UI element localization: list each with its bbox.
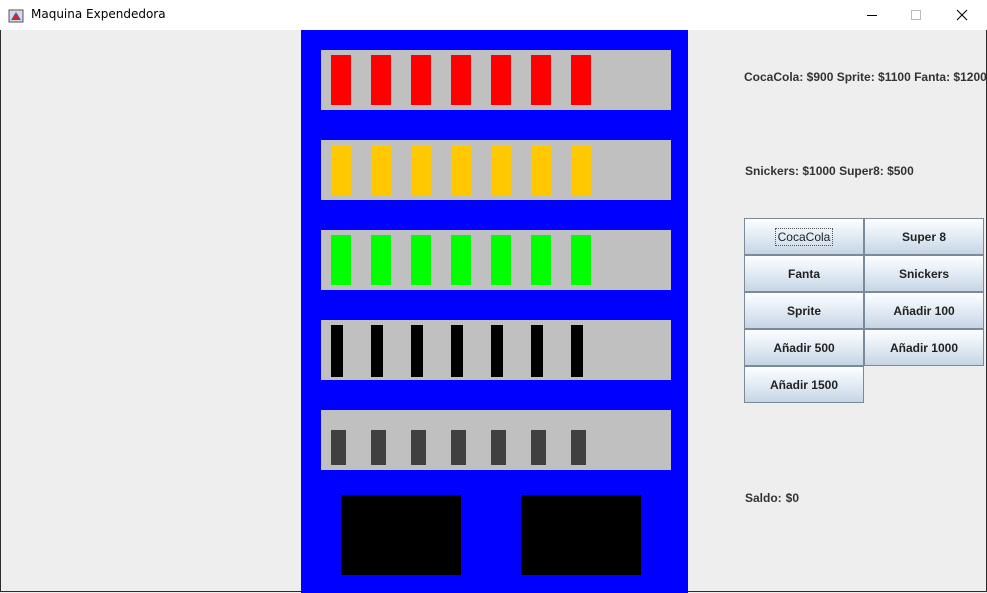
product-item xyxy=(531,55,551,105)
product-item xyxy=(531,430,546,465)
product-item xyxy=(411,235,431,285)
product-item xyxy=(371,145,391,195)
shelf-sprite xyxy=(321,230,671,290)
add-100-button[interactable]: Añadir 100 xyxy=(864,292,984,329)
minimize-icon xyxy=(867,15,877,16)
product-item xyxy=(491,430,506,465)
balance-value: $0 xyxy=(785,491,800,505)
product-item xyxy=(371,325,383,377)
product-item xyxy=(331,55,351,105)
shelf-snickers xyxy=(321,320,671,380)
shelf-fanta xyxy=(321,140,671,200)
drink-prices: CocaCola: $900 Sprite: $1100 Fanta: $120… xyxy=(744,70,987,84)
java-app-icon xyxy=(8,9,24,23)
product-item xyxy=(371,235,391,285)
product-item xyxy=(571,325,583,377)
close-button[interactable] xyxy=(939,0,985,30)
product-item xyxy=(451,55,471,105)
maximize-button[interactable] xyxy=(893,0,939,30)
product-item xyxy=(571,55,591,105)
window-title: Maquina Expendedora xyxy=(31,7,166,21)
product-item xyxy=(531,325,543,377)
balance-display: Saldo: $0 xyxy=(745,491,803,505)
product-item xyxy=(451,235,471,285)
product-item xyxy=(411,145,431,195)
product-item xyxy=(451,430,466,465)
add-500-button[interactable]: Añadir 500 xyxy=(744,329,864,366)
sprite-button[interactable]: Sprite xyxy=(744,292,864,329)
product-item xyxy=(531,145,551,195)
product-item xyxy=(531,235,551,285)
dispenser-slot-right xyxy=(521,495,641,575)
maximize-icon xyxy=(911,10,921,20)
balance-label: Saldo: xyxy=(745,491,782,505)
fanta-button[interactable]: Fanta xyxy=(744,255,864,292)
product-item xyxy=(571,430,586,465)
dispenser-slot-left xyxy=(341,495,461,575)
cocacola-button-label: CocaCola xyxy=(774,227,834,246)
cocacola-button[interactable]: CocaCola xyxy=(744,218,864,255)
product-item xyxy=(491,235,511,285)
product-item xyxy=(371,55,391,105)
vending-machine xyxy=(301,30,688,593)
product-item xyxy=(491,55,511,105)
snickers-button[interactable]: Snickers xyxy=(864,255,984,292)
close-icon xyxy=(956,9,968,21)
product-item xyxy=(491,145,511,195)
product-item xyxy=(571,145,591,195)
product-item xyxy=(331,145,351,195)
title-bar[interactable]: Maquina Expendedora xyxy=(0,0,987,30)
shelf-super8 xyxy=(321,410,671,470)
product-item xyxy=(331,430,346,465)
shelf-cocacola xyxy=(321,50,671,110)
minimize-button[interactable] xyxy=(849,0,895,30)
product-item xyxy=(411,430,426,465)
super8-button[interactable]: Super 8 xyxy=(864,218,984,255)
product-item xyxy=(571,235,591,285)
product-item xyxy=(331,325,343,377)
product-item xyxy=(491,325,503,377)
product-item xyxy=(411,325,423,377)
product-item xyxy=(331,235,351,285)
snack-prices: Snickers: $1000 Super8: $500 xyxy=(745,164,914,178)
product-item xyxy=(451,325,463,377)
add-1500-button[interactable]: Añadir 1500 xyxy=(744,366,864,403)
product-item xyxy=(451,145,471,195)
product-item xyxy=(371,430,386,465)
product-item xyxy=(411,55,431,105)
add-1000-button[interactable]: Añadir 1000 xyxy=(864,329,984,366)
